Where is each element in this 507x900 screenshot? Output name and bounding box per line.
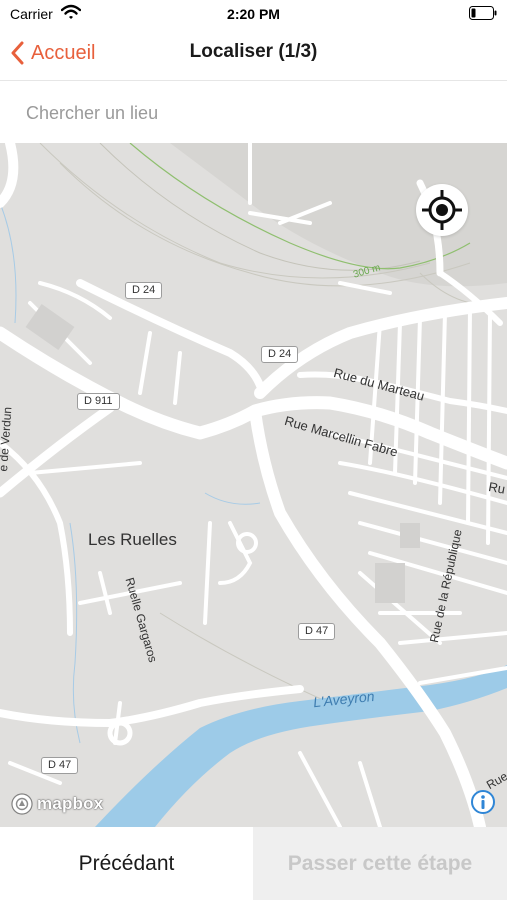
battery-low-icon (469, 6, 497, 20)
map-label-street: Ru (487, 479, 507, 497)
navigation-bar: Accueil Localiser (1/3) (0, 28, 507, 81)
road-shield: D 47 (41, 757, 79, 774)
mapbox-logo-label: mapbox (37, 794, 104, 813)
search-bar (0, 81, 507, 143)
skip-step-button[interactable]: Passer cette étape (253, 827, 507, 900)
road-shield: D 911 (77, 393, 120, 410)
mapbox-logo[interactable]: mapbox (10, 791, 103, 817)
map-label-place: Les Ruelles (88, 530, 177, 549)
road-shield: D 47 (298, 623, 336, 640)
page-title: Localiser (1/3) (189, 41, 318, 62)
mapbox-logo-icon (11, 793, 33, 815)
previous-button[interactable]: Précédant (0, 827, 253, 900)
gps-crosshair-icon (422, 190, 462, 230)
map-base (0, 143, 507, 827)
road-shield: D 24 (261, 346, 299, 363)
clock: 2:20 PM (227, 6, 280, 22)
map-view[interactable]: Les Ruelles L'Aveyron Rue du Marteau Rue… (0, 143, 507, 827)
locate-me-button[interactable] (416, 184, 468, 236)
road-shield: D 24 (125, 282, 163, 299)
bottom-action-bar: Précédant Passer cette étape (0, 827, 507, 900)
search-input[interactable] (12, 95, 507, 131)
info-icon[interactable] (470, 789, 496, 815)
status-bar: Carrier 2:20 PM (0, 0, 507, 28)
